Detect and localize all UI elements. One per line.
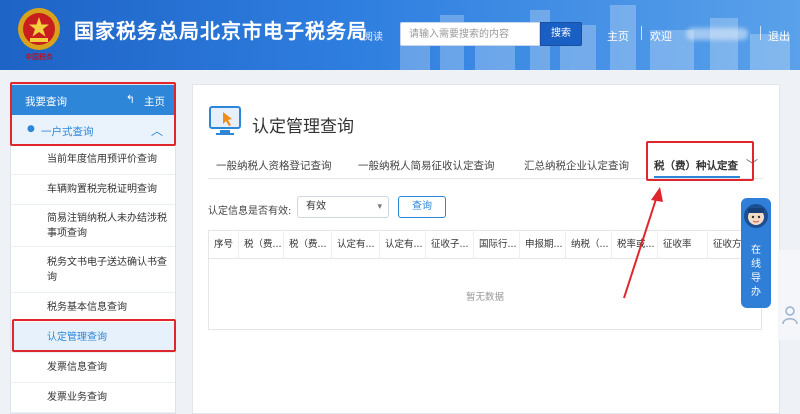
- nav-welcome-text: 欢迎: [650, 30, 672, 43]
- column-header[interactable]: 纳税（...: [566, 231, 612, 259]
- blurred-username: [686, 28, 748, 40]
- nav-divider: [760, 26, 761, 40]
- tax-emblem-icon: [18, 8, 60, 50]
- site-title: 国家税务总局北京市电子税务局: [74, 19, 368, 43]
- guide-char: 导: [751, 273, 761, 284]
- side-toolbar: [778, 250, 800, 340]
- sidebar-item-label: 税务文书电子送达确认书查询: [47, 256, 167, 283]
- column-header[interactable]: 国际行...: [474, 231, 520, 259]
- table-header: 序号 税（费... 税（费... 认定有... 认定有... 征收子... 国际…: [209, 231, 761, 259]
- sidebar-item-label: 发票业务查询: [47, 392, 107, 403]
- sidebar-item-label: 发票信息查询: [47, 362, 107, 373]
- read-link[interactable]: 阅读: [363, 28, 383, 43]
- column-header[interactable]: 征收率: [658, 231, 708, 259]
- sidebar-item-label: 简易注销纳税人未办结涉税事项查询: [47, 212, 167, 239]
- page-title: 认定管理查询: [252, 117, 354, 137]
- service-agent-icon: [744, 204, 768, 228]
- sidebar-item[interactable]: 当前年度信用预评价查询: [11, 145, 175, 175]
- sidebar-item[interactable]: 税务文书电子送达确认书查询: [11, 247, 175, 293]
- nav-divider: [641, 26, 642, 40]
- sidebar-item[interactable]: 发票业务查询: [11, 383, 175, 413]
- sidebar-item[interactable]: 车辆购置税完税证明查询: [11, 175, 175, 205]
- tab-simple-levy-query[interactable]: 一般纳税人简易征收认定查询: [358, 158, 495, 173]
- column-header[interactable]: 序号: [209, 231, 239, 259]
- guide-char: 在: [751, 245, 761, 256]
- column-header[interactable]: 征收子...: [426, 231, 474, 259]
- emblem-caption: 中国税务: [25, 53, 53, 61]
- search-input[interactable]: [400, 22, 540, 46]
- chevron-down-icon: ▾: [377, 202, 382, 212]
- guide-char: 办: [751, 287, 761, 298]
- empty-state-text: 暂无数据: [465, 292, 504, 303]
- sidebar-item[interactable]: 简易注销纳税人未办结涉税事项查询: [11, 205, 175, 247]
- column-header[interactable]: 认定有...: [332, 231, 380, 259]
- tab-general-taxpayer-registration[interactable]: 一般纳税人资格登记查询: [216, 158, 332, 173]
- column-header[interactable]: 申报期...: [520, 231, 566, 259]
- column-header[interactable]: 税率或...: [612, 231, 658, 259]
- guide-char: 线: [751, 259, 761, 270]
- annotation-highlight-box: [10, 82, 176, 146]
- query-button[interactable]: 查询: [398, 196, 446, 218]
- user-icon[interactable]: [782, 305, 798, 325]
- tab-consolidated-tax-query[interactable]: 汇总纳税企业认定查询: [524, 158, 629, 173]
- nav-home-link[interactable]: 主页: [607, 28, 629, 44]
- validity-filter-label: 认定信息是否有效:: [208, 206, 292, 217]
- nav-logout-link[interactable]: 退出: [768, 28, 790, 44]
- sidebar-item-label: 税务基本信息查询: [47, 302, 127, 313]
- validity-select-value: 有效: [306, 201, 326, 212]
- column-header[interactable]: 认定有...: [380, 231, 426, 259]
- annotation-highlight-box: [646, 141, 754, 181]
- online-guide-label: 在 线 导 办: [741, 244, 771, 300]
- sidebar-item-label: 当前年度信用预评价查询: [47, 154, 157, 165]
- search-button[interactable]: 搜索: [540, 22, 582, 46]
- results-table: 序号 税（费... 税（费... 认定有... 认定有... 征收子... 国际…: [208, 230, 762, 330]
- column-header[interactable]: 税（费...: [284, 231, 332, 259]
- sidebar-item[interactable]: 发票信息查询: [11, 353, 175, 383]
- annotation-highlight-box: [12, 319, 176, 352]
- sidebar-item-label: 车辆购置税完税证明查询: [47, 184, 157, 195]
- validity-select[interactable]: 有效 ▾: [297, 196, 389, 218]
- column-header[interactable]: 税（费...: [239, 231, 284, 259]
- monitor-cursor-icon: [209, 106, 241, 135]
